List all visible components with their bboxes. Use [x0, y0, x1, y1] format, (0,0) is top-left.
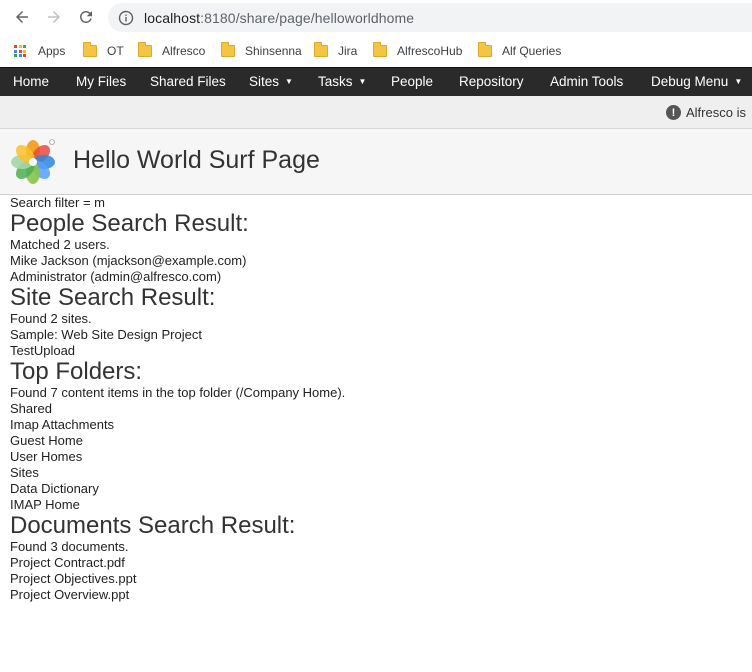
menu-label: Sites: [249, 74, 280, 89]
list-item: Project Overview.ppt: [10, 587, 130, 602]
menu-home[interactable]: Home: [13, 68, 49, 96]
bookmark-label: AlfrescoHub: [397, 44, 463, 58]
menu-label: Shared Files: [150, 74, 226, 89]
documents-heading: Documents Search Result:: [10, 512, 296, 539]
menu-repository[interactable]: Repository: [459, 68, 524, 96]
menu-people[interactable]: People: [391, 68, 433, 96]
bookmark-jira[interactable]: Jira: [314, 42, 358, 59]
bookmark-label: Jira: [338, 44, 358, 58]
sites-heading: Site Search Result:: [10, 284, 216, 311]
forward-button[interactable]: [42, 5, 66, 29]
list-item: Guest Home: [10, 433, 83, 448]
caret-down-icon: ▼: [734, 77, 743, 86]
caret-down-icon: ▼: [285, 77, 293, 86]
reload-button[interactable]: [74, 5, 98, 29]
back-button[interactable]: [10, 5, 34, 29]
url-text[interactable]: localhost:8180/share/page/helloworldhome: [144, 10, 414, 26]
menu-tasks[interactable]: Tasks ▼: [318, 68, 366, 96]
menu-label: Admin Tools: [550, 74, 624, 89]
page-title: Hello World Surf Page: [73, 146, 320, 174]
documents-summary: Found 3 documents.: [10, 539, 129, 554]
bookmark-ot[interactable]: OT: [83, 42, 124, 59]
forward-icon: [48, 11, 60, 23]
reload-icon: [80, 10, 92, 23]
address-bar[interactable]: localhost:8180/share/page/helloworldhome: [108, 3, 752, 32]
url-host: localhost: [144, 9, 201, 26]
bookmark-label: Shinsenna: [245, 44, 302, 58]
people-heading: People Search Result:: [10, 210, 249, 237]
folder-icon: [373, 42, 387, 57]
list-item: Imap Attachments: [10, 417, 115, 432]
menu-debug[interactable]: Debug Menu ▼: [651, 68, 742, 96]
menu-label: My Files: [76, 74, 127, 89]
menu-label: Home: [13, 74, 50, 89]
list-item: Shared: [10, 401, 52, 416]
search-filter: Search filter = m: [10, 195, 106, 210]
main-content: Search filter = m People Search Result: …: [10, 195, 745, 603]
folders-summary: Found 7 content items in the top folder …: [10, 385, 346, 400]
folder-icon: [478, 42, 492, 57]
list-item: Sites: [10, 465, 39, 480]
browser-toolbar: localhost:8180/share/page/helloworldhome: [0, 0, 752, 35]
list-item: User Homes: [10, 449, 83, 464]
bookmark-alfrescohub[interactable]: AlfrescoHub: [373, 42, 463, 59]
list-item: Administrator (admin@alfresco.com): [10, 269, 222, 284]
bookmark-apps[interactable]: Apps: [14, 43, 65, 59]
apps-grid-icon: [14, 45, 26, 57]
folder-icon: [314, 42, 328, 57]
license-notice: ! Alfresco is: [666, 105, 746, 120]
folder-icon: [221, 42, 235, 57]
menu-shared-files[interactable]: Shared Files: [150, 68, 226, 96]
bookmark-shinsenna[interactable]: Shinsenna: [221, 42, 302, 59]
notice-bar: ! Alfresco is: [0, 96, 752, 129]
warning-icon: !: [666, 105, 681, 120]
menu-sites[interactable]: Sites ▼: [249, 68, 293, 96]
bookmarks-bar: Apps OT Alfresco Shinsenna Jira Alfresco…: [0, 35, 752, 67]
info-icon[interactable]: [118, 10, 134, 26]
list-item: Project Contract.pdf: [10, 555, 125, 570]
bookmark-label: OT: [107, 44, 124, 58]
back-icon: [16, 11, 28, 23]
menu-my-files[interactable]: My Files: [76, 68, 126, 96]
menu-label: People: [391, 74, 434, 89]
bookmark-label: Apps: [38, 44, 66, 58]
people-summary: Matched 2 users.: [10, 237, 110, 252]
list-item: Sample: Web Site Design Project: [10, 327, 202, 342]
bookmark-alfresco[interactable]: Alfresco: [138, 42, 206, 59]
alfresco-logo: [11, 139, 55, 184]
caret-down-icon: ▼: [358, 77, 367, 86]
list-item: TestUpload: [10, 343, 76, 358]
bookmark-alf-queries[interactable]: Alf Queries: [478, 42, 562, 59]
sites-summary: Found 2 sites.: [10, 311, 92, 326]
notice-text: Alfresco is: [686, 105, 746, 120]
menu-label: Tasks: [318, 74, 353, 89]
folder-icon: [138, 42, 152, 57]
bookmark-label: Alfresco: [162, 44, 206, 58]
app-menubar: Home My Files Shared Files Sites ▼ Tasks ▼…: [0, 67, 752, 96]
list-item: Data Dictionary: [10, 481, 99, 496]
bookmark-label: Alf Queries: [502, 44, 562, 58]
list-item: Mike Jackson (mjackson@example.com): [10, 253, 247, 268]
url-path: :8180/share/page/helloworldhome: [200, 9, 415, 26]
menu-label: Repository: [459, 74, 524, 89]
page-title-bar: Hello World Surf Page: [0, 129, 752, 195]
list-item: IMAP Home: [10, 497, 80, 512]
menu-admin-tools[interactable]: Admin Tools: [550, 68, 623, 96]
menu-label: Debug Menu: [651, 74, 729, 89]
folder-icon: [83, 42, 97, 57]
folders-heading: Top Folders:: [10, 358, 143, 385]
list-item: Project Objectives.ppt: [10, 571, 137, 586]
